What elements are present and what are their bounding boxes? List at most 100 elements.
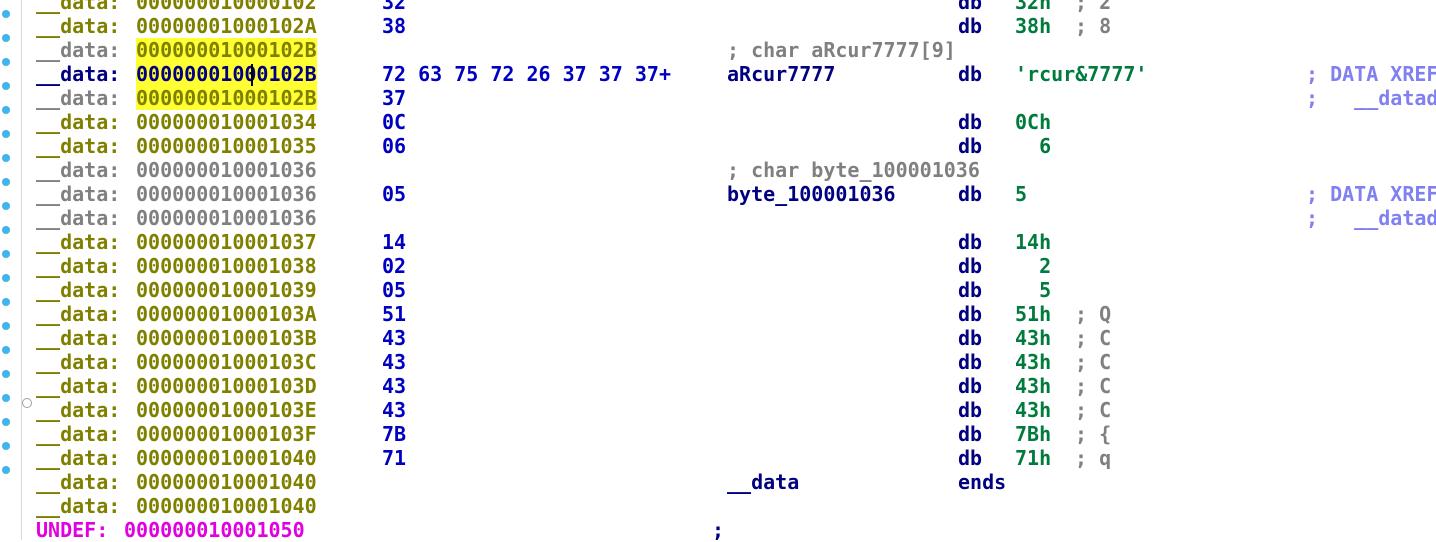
operand-value: 7Bh [1015,422,1052,446]
operand-value: 38h [1015,14,1052,38]
listing-row[interactable]: __data: 00000001000102B 72 63 75 72 26 37 … [0,62,1436,86]
segment-prefix: __data: [36,206,121,230]
listing-row[interactable]: __data: 000000010001040 71 db 71h ; q [0,446,1436,470]
listing-row[interactable]: __data: 000000010000102 32 db 32h ; 2 [0,0,1436,14]
directive: db [958,374,983,398]
address[interactable]: 00000001000103E [136,398,317,422]
listing-row[interactable]: __data: 000000010001036 ; char byte_100001… [0,158,1436,182]
segment-prefix: __data: [36,110,121,134]
address[interactable]: 000000010001037 [136,230,317,254]
hex-bytes: 43 [382,398,407,422]
disassembly-listing[interactable]: __data: 000000010000102 32 db 32h; 2 __data: 0… [0,0,1436,542]
address[interactable]: 00000001000103F [136,422,317,446]
hex-bytes: 43 [382,350,407,374]
directive: db [958,326,983,350]
address[interactable]: 00000001000102B [136,62,317,86]
hex-bytes: 05 [382,182,407,206]
directive: db [958,14,983,38]
address[interactable]: 00000001000103C [136,350,317,374]
listing-row[interactable]: __data: 00000001000103A 51 db 51h ; Q [0,302,1436,326]
address[interactable]: 000000010001039 [136,278,317,302]
operand-value: 5 [1015,278,1052,302]
listing-row[interactable]: __data: 000000010001037 14 db 14h [0,230,1436,254]
address[interactable]: 00000001000103A [136,302,317,326]
hex-bytes: 32 [382,0,407,14]
address[interactable]: 000000010001035 [136,134,317,158]
char-comment: ; Q [1075,302,1112,326]
address[interactable]: 00000001000103D [136,374,317,398]
listing-row[interactable]: __data: 000000010001035 06 db 6 [0,134,1436,158]
address[interactable]: 000000010001038 [136,254,317,278]
address[interactable]: 000000010000102 [136,0,317,14]
segment-prefix: __data: [36,374,121,398]
hex-bytes: 14 [382,230,407,254]
hex-bytes: 0C [382,110,407,134]
address[interactable]: 000000010001040 [136,470,317,494]
directive: db [958,398,983,422]
operand-value: 32h [1015,0,1052,14]
segment-prefix: __data: [36,470,121,494]
operand-value: 43h [1015,326,1052,350]
string-operand: 'rcur&7777' [1015,62,1148,86]
listing-row[interactable]: __data: 000000010001036 05 byte_100001036 db… [0,182,1436,206]
char-comment: ; 2 [1075,0,1112,14]
char-comment: ; C [1075,398,1112,422]
symbol-label: byte_100001036 [727,182,896,206]
listing-row[interactable]: __data: 00000001000102A 38 db 38h ; 8 [0,14,1436,38]
address[interactable]: 000000010001036 [136,206,317,230]
address[interactable]: 000000010001034 [136,110,317,134]
segment-prefix: __data: [36,86,121,110]
listing-row[interactable]: __data: 000000010001034 0C db 0Ch [0,110,1436,134]
directive: db [958,134,983,158]
hex-bytes: 7B [382,422,407,446]
listing-row[interactable]: __data: 00000001000102B ; char aRcur7777[9… [0,38,1436,62]
address[interactable]: 000000010001050 [124,518,305,542]
listing-row[interactable]: __data: 000000010001039 05 db 5 [0,278,1436,302]
directive: db [958,302,983,326]
listing-row[interactable]: UNDEF: 000000010001050; [0,518,1436,542]
address[interactable]: 000000010001040 [136,446,317,470]
hex-bytes: 43 [382,326,407,350]
operand-value: 43h [1015,350,1052,374]
char-comment: ; { [1075,422,1112,446]
segment-prefix: UNDEF: [36,518,109,542]
address[interactable]: 000000010001036 [136,182,317,206]
segment-prefix: __data: [36,446,121,470]
directive: db [958,422,983,446]
listing-row[interactable]: __data: 00000001000103D 43 db 43h ; C [0,374,1436,398]
listing-row[interactable]: __data: 000000010001036 ; __datadi [0,206,1436,230]
address[interactable]: 00000001000102A [136,14,317,38]
directive: db [958,110,983,134]
hex-bytes: 02 [382,254,407,278]
address[interactable]: 00000001000102B [136,86,317,110]
segment-prefix: __data: [36,254,121,278]
listing-row[interactable]: __data: 000000010001038 02 db 2 [0,254,1436,278]
listing-row[interactable]: __data: 00000001000103C 43 db 43h ; C [0,350,1436,374]
listing-row[interactable]: __data: 00000001000102B 37 ; __datadi [0,86,1436,110]
xref-comment: ; __datadi [1306,86,1436,110]
address[interactable]: 000000010001040 [136,494,317,518]
char-comment: ; C [1075,326,1112,350]
listing-row[interactable]: __data: 00000001000103F 7B db 7Bh ; { [0,422,1436,446]
listing-row[interactable]: __data: 000000010001040 __data ends [0,470,1436,494]
segment-prefix: __data: [36,230,121,254]
address[interactable]: 00000001000103B [136,326,317,350]
char-comment: ; q [1075,446,1112,470]
hex-bytes: 72 63 75 72 26 37 37 37+ [382,62,671,86]
segment-prefix: __data: [36,134,121,158]
address[interactable]: 00000001000102B [136,38,317,62]
xref-comment: ; DATA XREF [1306,62,1436,86]
segment-prefix: __data: [36,494,121,518]
operand-value: 6 [1015,134,1052,158]
listing-row[interactable]: __data: 00000001000103B 43 db 43h ; C [0,326,1436,350]
listing-row[interactable]: __data: 000000010001040 [0,494,1436,518]
segment-prefix: __data: [36,14,121,38]
operand-value: 2 [1015,254,1052,278]
xref-comment: ; __datadi [1306,206,1436,230]
segment-prefix: __data: [36,350,121,374]
listing-row[interactable]: __data: 00000001000103E 43 db 43h ; C [0,398,1436,422]
text-cursor [251,64,253,86]
address[interactable]: 000000010001036 [136,158,317,182]
segment-prefix: __data: [36,0,121,14]
segment-prefix: __data: [36,38,121,62]
